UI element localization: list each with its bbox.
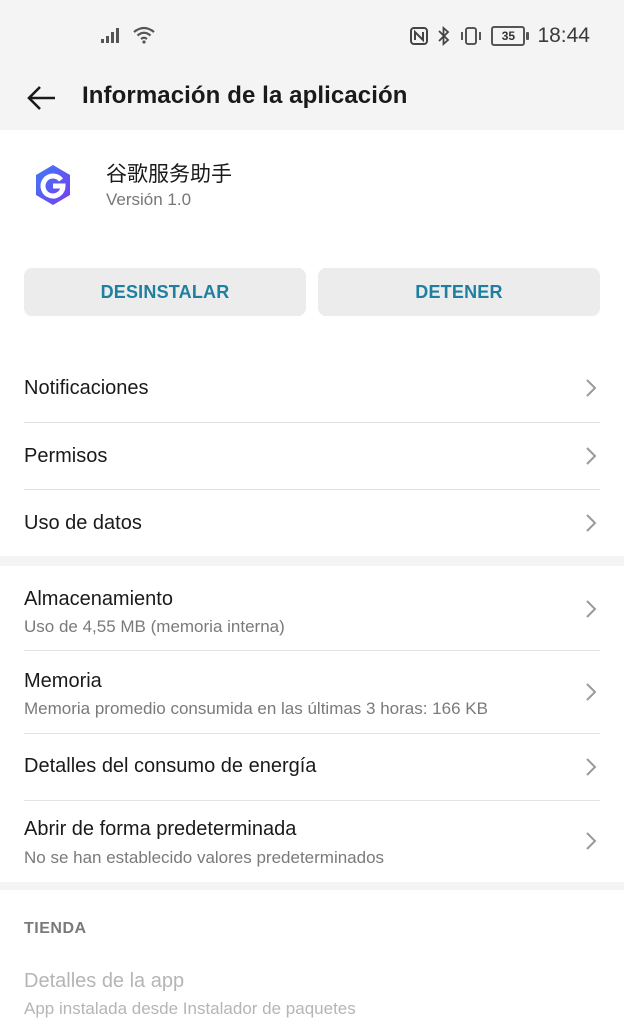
app-header: 谷歌服务助手 Versión 1.0 DESINSTALAR DETENER [0, 130, 624, 342]
chevron-right-icon [586, 514, 597, 532]
row-subtitle: Memoria promedio consumida en las última… [24, 699, 488, 718]
vibrate-icon [461, 27, 482, 45]
page-title: Información de la aplicación [82, 82, 408, 109]
chevron-right-icon [586, 447, 597, 465]
row-title: Almacenamiento [24, 588, 173, 610]
row-title: Detalles del consumo de energía [24, 755, 317, 777]
row-title: Permisos [24, 445, 108, 467]
app-name: 谷歌服务助手 [106, 163, 232, 186]
list-item-notifications[interactable]: Notificaciones [0, 342, 624, 422]
back-arrow-icon[interactable] [24, 80, 60, 116]
chevron-right-icon [586, 600, 597, 618]
chevron-right-icon [586, 379, 597, 397]
nfc-icon [410, 27, 429, 45]
store-section: TIENDA Detalles de la app App instalada … [0, 890, 624, 1030]
bluetooth-icon [438, 26, 450, 46]
app-g-icon [36, 165, 70, 205]
chevron-right-icon [586, 832, 597, 850]
row-title: Memoria [24, 670, 102, 692]
row-subtitle: App instalada desde Instalador de paquet… [24, 999, 356, 1018]
row-title: Notificaciones [24, 377, 149, 399]
row-subtitle: Uso de 4,55 MB (memoria interna) [24, 617, 285, 636]
battery-icon: 35 [491, 26, 530, 46]
clock: 18:44 [537, 24, 590, 47]
row-title: Detalles de la app [24, 970, 185, 992]
category-label: TIENDA [24, 920, 87, 937]
list-item-storage[interactable]: Almacenamiento Uso de 4,55 MB (memoria i… [0, 566, 624, 650]
list-item-power-details[interactable]: Detalles del consumo de energía [0, 734, 624, 800]
list-item-memory[interactable]: Memoria Memoria promedio consumida en la… [0, 651, 624, 733]
list-item-app-details: Detalles de la app App instalada desde I… [0, 956, 624, 1030]
chevron-right-icon [586, 758, 597, 776]
list-item-data-usage[interactable]: Uso de datos [0, 490, 624, 556]
chevron-right-icon [586, 683, 597, 701]
app-version: Versión 1.0 [106, 190, 192, 209]
status-right: 35 18:44 [409, 24, 590, 48]
uninstall-button[interactable]: DESINSTALAR [24, 268, 306, 316]
app-bar: Información de la aplicación [0, 72, 624, 130]
settings-section-1: Notificaciones Permisos Uso de datos [0, 342, 624, 556]
settings-section-2: Almacenamiento Uso de 4,55 MB (memoria i… [0, 566, 624, 882]
status-left [100, 26, 156, 44]
wifi-icon [133, 26, 155, 44]
list-item-permissions[interactable]: Permisos [0, 423, 624, 489]
list-item-open-by-default[interactable]: Abrir de forma predeterminada No se han … [0, 801, 624, 882]
row-subtitle: No se han establecido valores predetermi… [24, 848, 385, 867]
status-bar: 35 18:44 [0, 0, 624, 72]
stop-button[interactable]: DETENER [318, 268, 600, 316]
signal-icon [101, 28, 119, 43]
row-title: Uso de datos [24, 512, 142, 534]
row-title: Abrir de forma predeterminada [24, 818, 297, 840]
